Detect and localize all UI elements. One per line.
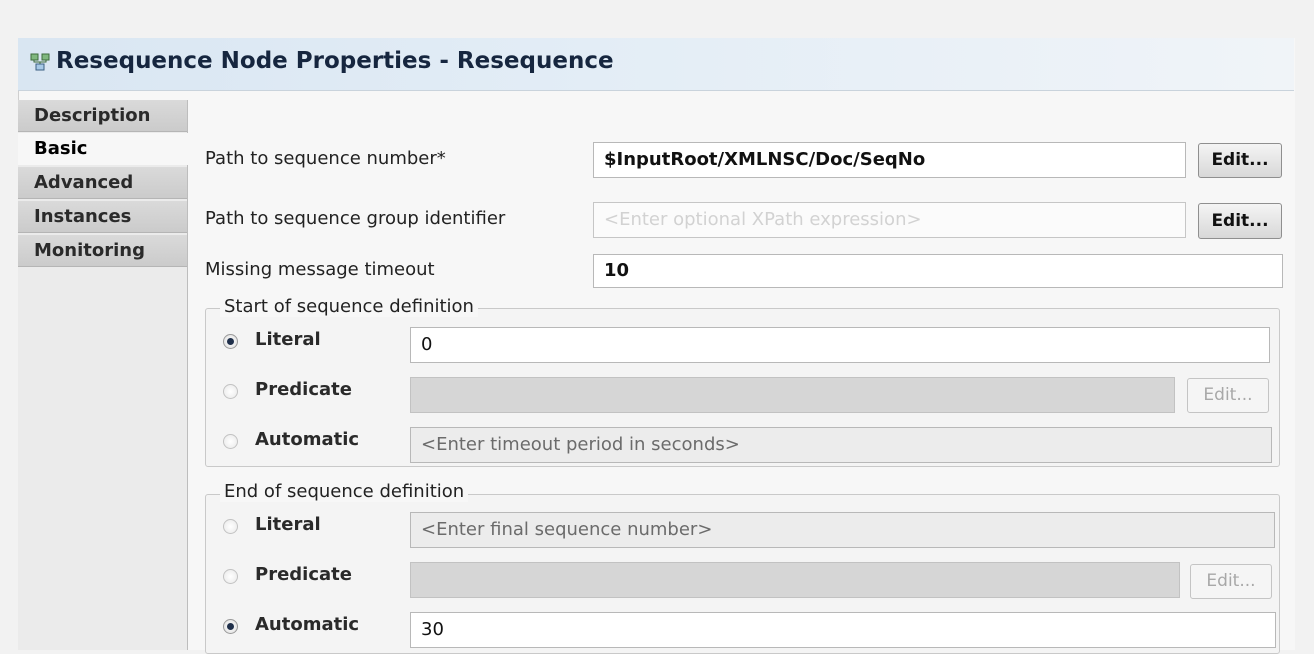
tab-description[interactable]: Description xyxy=(18,100,187,132)
seq-group-field[interactable]: <Enter optional XPath expression> xyxy=(593,202,1186,238)
start-predicate-edit-button: Edit... xyxy=(1187,378,1269,413)
seq-number-edit-button[interactable]: Edit... xyxy=(1198,143,1282,178)
end-predicate-field xyxy=(410,562,1180,598)
seq-group-edit-button[interactable]: Edit... xyxy=(1198,203,1282,239)
node-properties-icon xyxy=(30,53,50,71)
end-automatic-radio[interactable] xyxy=(223,619,238,634)
end-automatic-label[interactable]: Automatic xyxy=(255,614,359,635)
end-predicate-radio[interactable] xyxy=(223,569,238,584)
end-literal-field: <Enter final sequence number> xyxy=(410,512,1275,548)
start-automatic-field: <Enter timeout period in seconds> xyxy=(410,427,1272,463)
tab-basic[interactable]: Basic xyxy=(18,133,190,165)
start-predicate-label[interactable]: Predicate xyxy=(255,379,352,400)
end-literal-radio[interactable] xyxy=(223,519,238,534)
tab-advanced[interactable]: Advanced xyxy=(18,167,187,199)
start-predicate-radio[interactable] xyxy=(223,384,238,399)
page-title: Resequence Node Properties - Resequence xyxy=(56,48,614,74)
end-predicate-label[interactable]: Predicate xyxy=(255,564,352,585)
tab-monitoring[interactable]: Monitoring xyxy=(18,235,187,267)
seq-number-field[interactable]: $InputRoot/XMLNSC/Doc/SeqNo xyxy=(593,142,1186,178)
seq-number-label: Path to sequence number* xyxy=(205,148,446,169)
end-predicate-edit-button: Edit... xyxy=(1190,564,1272,599)
start-definition-title: Start of sequence definition xyxy=(220,296,478,317)
start-literal-field[interactable]: 0 xyxy=(410,327,1270,363)
end-automatic-field[interactable]: 30 xyxy=(410,612,1276,648)
seq-group-label: Path to sequence group identifier xyxy=(205,208,506,229)
end-definition-title: End of sequence definition xyxy=(220,481,469,502)
start-automatic-label[interactable]: Automatic xyxy=(255,429,359,450)
timeout-field[interactable]: 10 xyxy=(593,254,1283,288)
start-literal-label[interactable]: Literal xyxy=(255,329,321,350)
start-automatic-radio[interactable] xyxy=(223,434,238,449)
tab-instances[interactable]: Instances xyxy=(18,201,187,233)
timeout-label: Missing message timeout xyxy=(205,259,435,280)
start-literal-radio[interactable] xyxy=(223,334,238,349)
start-predicate-field xyxy=(410,377,1175,413)
end-literal-label[interactable]: Literal xyxy=(255,514,321,535)
